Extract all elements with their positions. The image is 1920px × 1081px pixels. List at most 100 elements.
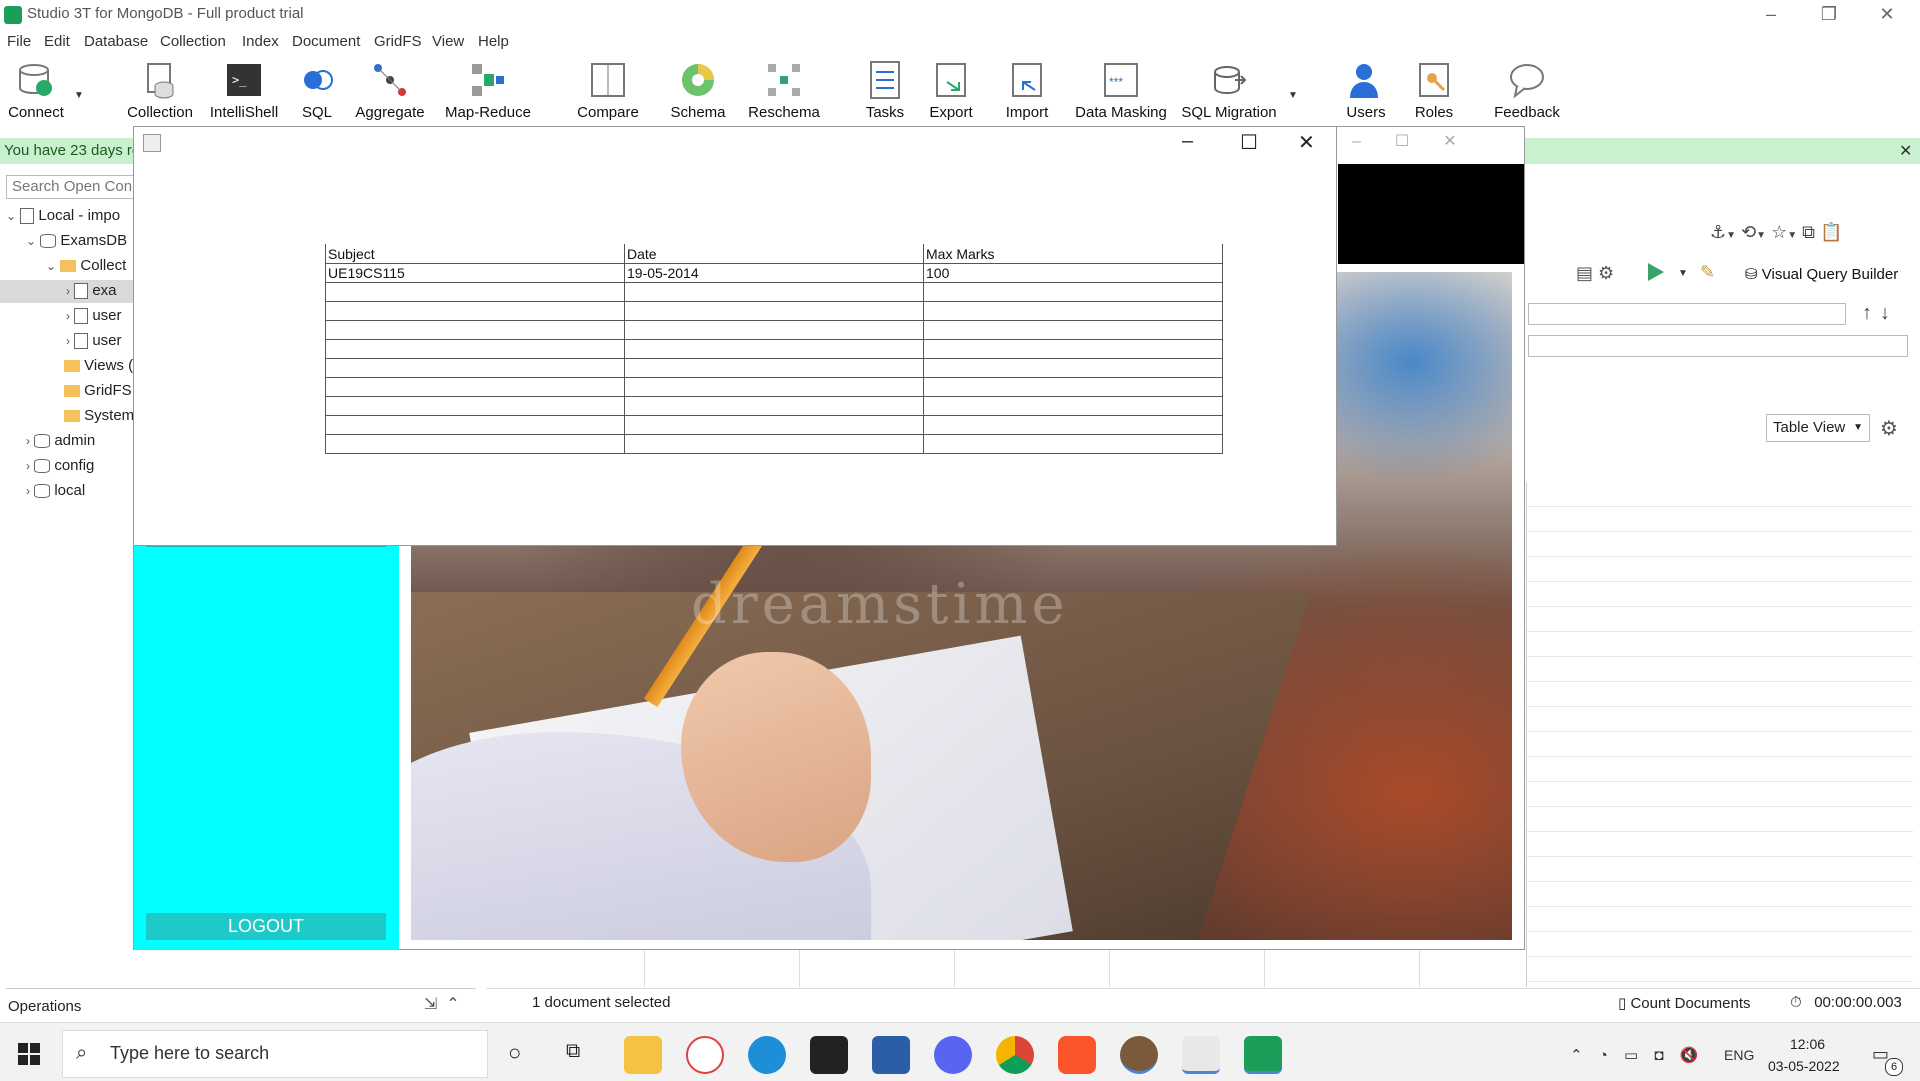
table-cell[interactable]: UE19CS115	[325, 263, 625, 283]
sort-order-arrows[interactable]: ↑↓	[1862, 302, 1898, 325]
table-cell[interactable]	[325, 339, 625, 359]
history-dropdown-icon[interactable]: ▼	[1756, 230, 1766, 241]
table-cell[interactable]	[624, 301, 924, 321]
table-cell[interactable]	[624, 320, 924, 340]
table-cell[interactable]	[325, 434, 625, 454]
menu-gridfs[interactable]: GridFS	[374, 33, 422, 50]
tree-item-views[interactable]: Views (	[64, 357, 133, 374]
filter-icon[interactable]: ▤	[1576, 263, 1593, 283]
tree-item-collection-user2[interactable]: › user	[66, 332, 122, 350]
menu-collection[interactable]: Collection	[160, 33, 226, 50]
tree-item-local[interactable]: › local	[26, 482, 85, 499]
maximize-icon[interactable]: ☐	[1240, 130, 1258, 155]
table-cell[interactable]	[624, 396, 924, 416]
sql-button[interactable]: SQL	[297, 60, 337, 121]
table-cell[interactable]	[325, 301, 625, 321]
menu-edit[interactable]: Edit	[44, 33, 70, 50]
volume-muted-icon[interactable]: 🔇	[1680, 1047, 1705, 1064]
clock-date[interactable]: 03-05-2022	[1768, 1058, 1840, 1074]
chevron-down-icon[interactable]: ⌄	[6, 209, 16, 223]
run-query-icon[interactable]	[1648, 263, 1664, 281]
menu-database[interactable]: Database	[84, 33, 148, 50]
table-row[interactable]	[325, 358, 1223, 378]
table-row[interactable]	[325, 415, 1223, 435]
brave-icon[interactable]	[1058, 1036, 1096, 1074]
tree-item-examsdb[interactable]: ⌄ ExamsDB	[26, 232, 127, 249]
clear-brush-icon[interactable]: ✎	[1700, 262, 1715, 283]
restore-button[interactable]: ❐	[1800, 0, 1858, 30]
table-row[interactable]	[325, 396, 1223, 416]
star-dropdown-icon[interactable]: ▼	[1787, 230, 1797, 241]
edge-browser-icon[interactable]	[748, 1036, 786, 1074]
chrome-icon[interactable]	[996, 1036, 1034, 1074]
chevron-right-icon[interactable]: ›	[66, 309, 70, 323]
import-button[interactable]: Import	[1004, 60, 1050, 121]
webcam-icon[interactable]: ◘	[1654, 1047, 1669, 1064]
tasks-button[interactable]: Tasks	[864, 60, 906, 121]
sql-migration-dropdown-icon[interactable]: ▼	[1288, 90, 1298, 101]
terminal-app-icon[interactable]	[810, 1036, 848, 1074]
star-icon[interactable]: ☆	[1771, 222, 1787, 242]
table-cell[interactable]	[923, 301, 1223, 321]
anchor-icon[interactable]: ⚓	[1710, 222, 1726, 242]
search-connections-input[interactable]: Search Open Conn	[6, 175, 134, 199]
aggregate-button[interactable]: Aggregate	[352, 60, 428, 121]
back-window-controls[interactable]: –☐✕	[1352, 131, 1491, 151]
battery-icon[interactable]: ▭	[1624, 1047, 1644, 1064]
data-masking-button[interactable]: *** Data Masking	[1074, 60, 1168, 121]
close-button[interactable]: ✕	[1858, 0, 1916, 30]
table-row[interactable]	[325, 301, 1223, 321]
tree-item-config[interactable]: › config	[26, 457, 94, 474]
tree-item-system[interactable]: System	[64, 407, 134, 424]
table-cell[interactable]	[923, 415, 1223, 435]
table-row[interactable]	[325, 320, 1223, 340]
feedback-button[interactable]: Feedback	[1492, 60, 1562, 121]
table-row[interactable]	[325, 377, 1223, 397]
table-cell[interactable]	[325, 396, 625, 416]
column-header-date[interactable]: Date	[624, 244, 924, 264]
table-cell[interactable]: 100	[923, 263, 1223, 283]
table-cell[interactable]	[325, 358, 625, 378]
chevron-right-icon[interactable]: ›	[66, 334, 70, 348]
users-button[interactable]: Users	[1344, 60, 1388, 121]
studio3t-taskbar-icon[interactable]	[1244, 1036, 1282, 1074]
paste-icon[interactable]: 📋	[1820, 222, 1842, 242]
connect-button[interactable]: Connect	[8, 60, 64, 121]
projection-input[interactable]	[1528, 303, 1846, 325]
arrow-up-icon[interactable]: ↑	[1862, 302, 1880, 324]
tree-item-admin[interactable]: › admin	[26, 432, 95, 449]
clock-time[interactable]: 12:06	[1790, 1036, 1825, 1052]
table-cell[interactable]	[923, 377, 1223, 397]
table-cell[interactable]	[624, 339, 924, 359]
language-indicator[interactable]: ENG	[1724, 1047, 1754, 1063]
export-button[interactable]: Export	[928, 60, 974, 121]
copy-icon[interactable]: ⧉	[1802, 222, 1815, 242]
table-cell[interactable]	[923, 320, 1223, 340]
menu-help[interactable]: Help	[478, 33, 509, 50]
map-reduce-button[interactable]: Map-Reduce	[440, 60, 536, 121]
table-cell[interactable]	[624, 415, 924, 435]
table-cell[interactable]	[923, 282, 1223, 302]
tree-item-collections[interactable]: ⌄ Collect	[46, 257, 126, 274]
menu-document[interactable]: Document	[292, 33, 360, 50]
cortana-icon[interactable]: ○	[508, 1040, 521, 1066]
query-options-icons[interactable]: ▤ ⚙	[1576, 263, 1614, 284]
tree-item-gridfs[interactable]: GridFS	[64, 382, 132, 399]
table-cell[interactable]	[624, 377, 924, 397]
collection-button[interactable]: Collection	[124, 60, 196, 121]
history-icon[interactable]: ⟲	[1741, 222, 1756, 242]
gear-icon[interactable]: ⚙	[1880, 416, 1898, 441]
app-badge-icon[interactable]	[1120, 1036, 1158, 1074]
chevron-down-icon[interactable]: ⌄	[26, 234, 36, 248]
file-explorer-icon[interactable]	[624, 1036, 662, 1074]
windows-start-icon[interactable]	[18, 1043, 40, 1065]
arrow-down-icon[interactable]: ↓	[1880, 302, 1898, 324]
operations-controls[interactable]: ⇲ ⌃	[424, 994, 460, 1014]
task-view-icon[interactable]: ⧉	[566, 1040, 580, 1063]
column-header-subject[interactable]: Subject	[325, 244, 625, 264]
menu-index[interactable]: Index	[242, 33, 279, 50]
virtualbox-icon[interactable]	[872, 1036, 910, 1074]
tree-item-collection-user1[interactable]: › user	[66, 307, 122, 325]
menu-file[interactable]: File	[7, 33, 31, 50]
anchor-dropdown-icon[interactable]: ▼	[1726, 230, 1736, 241]
